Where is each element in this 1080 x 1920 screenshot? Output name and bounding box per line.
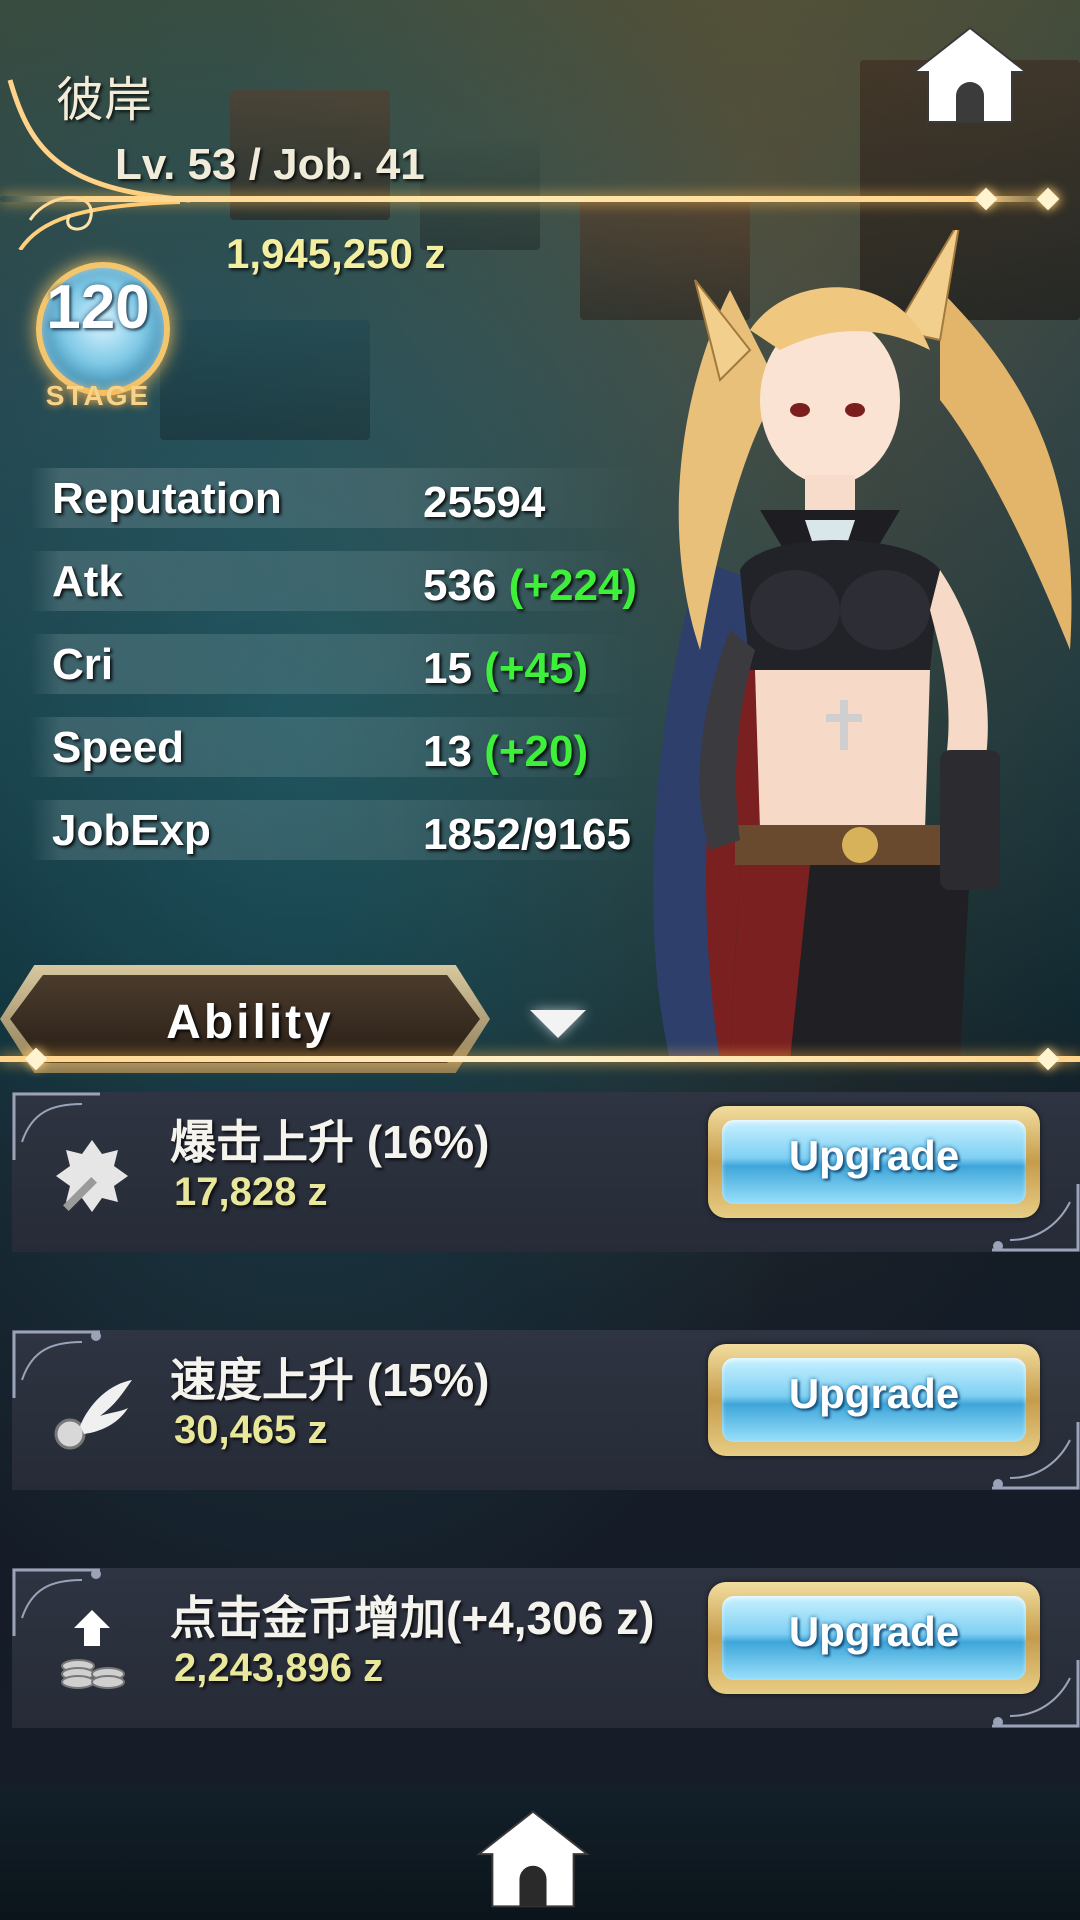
zeny-balance: 1,945,250 z — [226, 230, 446, 277]
stage-label: STAGE — [45, 380, 151, 411]
upgrade-button[interactable]: Upgrade — [708, 1106, 1040, 1218]
ornament-swirl — [7, 79, 191, 250]
ability-cost: 2,243,896 z — [174, 1646, 384, 1690]
ability-title: Ability — [166, 996, 334, 1049]
stat-bonus: (+45) — [484, 644, 589, 693]
critical-sword-icon — [56, 1140, 128, 1212]
stat-number: 25594 — [423, 478, 546, 527]
upgrade-button[interactable]: Upgrade — [708, 1582, 1040, 1694]
upgrade-button[interactable]: Upgrade — [708, 1344, 1040, 1456]
background-bookshelf — [160, 320, 370, 440]
stat-number: 1852/9165 — [423, 810, 631, 859]
stat-label: Cri — [52, 640, 114, 689]
header-divider — [0, 196, 1060, 202]
stat-number: 15 — [423, 644, 472, 693]
winged-orb-icon — [54, 1380, 132, 1450]
ability-name: 速度上升 (15%) — [170, 1354, 490, 1406]
stat-row-reputation: Reputation 25594 — [30, 468, 640, 528]
ability-row-critical: 爆击上升 (16%) 17,828 z Upgrade — [12, 1092, 1080, 1252]
coin-stack-icon — [61, 1610, 125, 1689]
stage-number: 120 — [46, 273, 150, 342]
game-screen: 彼岸 Lv. 53 / Job. 41 1,945,250 z 120 STAG… — [0, 0, 1080, 1920]
stat-value: 1852/9165 — [423, 810, 631, 860]
stat-row-cri: Cri 15 (+45) — [30, 634, 640, 694]
stat-row-jobexp: JobExp 1852/9165 — [30, 800, 640, 860]
ability-cost: 30,465 z — [174, 1408, 328, 1452]
stat-label: Atk — [52, 557, 123, 606]
ability-name: 爆击上升 (16%) — [170, 1116, 490, 1168]
stat-row-atk: Atk 536 (+224) — [30, 551, 640, 611]
stat-value: 536 (+224) — [423, 561, 637, 611]
chevron-down-icon[interactable] — [530, 1010, 586, 1038]
ability-row-click-gold: 点击金币增加(+4,306 z) 2,243,896 z Upgrade — [12, 1568, 1080, 1728]
stat-value: 25594 — [423, 478, 545, 528]
home-icon[interactable] — [475, 1808, 591, 1908]
stage-badge: 120 STAGE — [28, 250, 170, 411]
stat-label: Speed — [52, 723, 185, 772]
ability-divider — [0, 1056, 1080, 1062]
upgrade-button-label: Upgrade — [788, 1370, 960, 1417]
stat-number: 13 — [423, 727, 472, 776]
stat-value: 15 (+45) — [423, 644, 588, 694]
stat-label: JobExp — [52, 806, 211, 855]
stat-value: 13 (+20) — [423, 727, 588, 777]
upgrade-button-label: Upgrade — [788, 1608, 960, 1655]
stat-label: Reputation — [52, 474, 282, 523]
stat-bonus: (+224) — [508, 561, 638, 610]
character-portrait — [653, 230, 1072, 1060]
upgrade-button-label: Upgrade — [788, 1132, 960, 1179]
home-icon[interactable] — [910, 26, 1030, 126]
ability-cost: 17,828 z — [174, 1170, 328, 1214]
stat-row-speed: Speed 13 (+20) — [30, 717, 640, 777]
stat-bonus: (+20) — [484, 727, 589, 776]
stat-number: 536 — [423, 561, 497, 610]
ability-row-speed: 速度上升 (15%) 30,465 z Upgrade — [12, 1330, 1080, 1490]
ability-name: 点击金币增加(+4,306 z) — [170, 1592, 655, 1644]
